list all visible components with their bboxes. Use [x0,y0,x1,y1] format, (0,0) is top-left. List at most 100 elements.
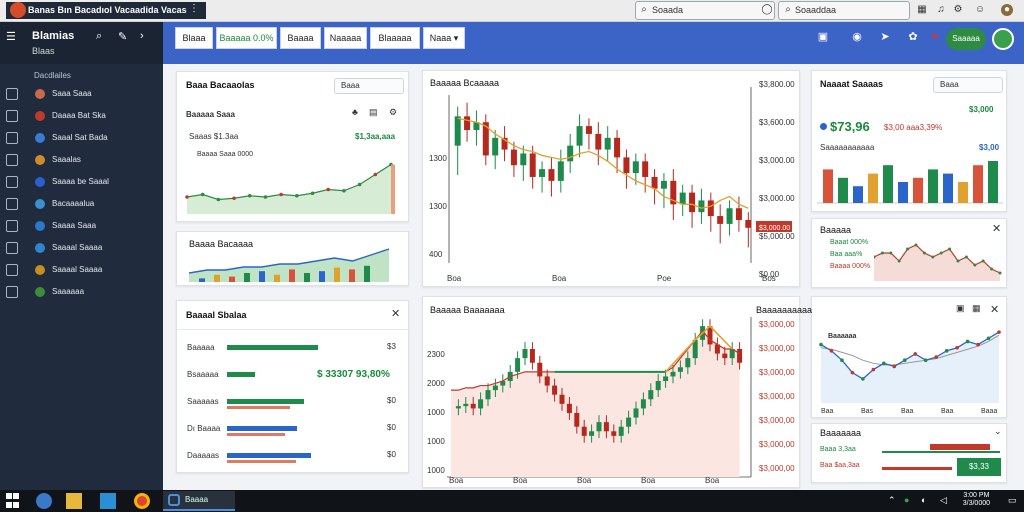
sidebar-item[interactable]: Saaaal Saaaa [0,239,163,259]
y-tick-label: 2000 [427,379,445,388]
sidebar-item-label: Bacaaaalua [52,199,95,208]
search-icon[interactable]: ⌕ [96,30,102,43]
data-point [819,342,823,347]
tab[interactable]: Naaa ▾ [423,27,465,49]
progress-bar [227,426,297,431]
alert-icon[interactable]: ● [925,30,945,42]
status-dot-icon [35,243,45,253]
candle-body [604,137,611,150]
action-button[interactable]: Saaaaa [946,28,986,50]
data-point [185,195,189,199]
tab[interactable]: Blaaaaa [370,27,420,49]
legend-item: Baaat 000% [830,239,869,246]
grid-icon[interactable]: ▦ [972,303,981,314]
chevron-down-icon[interactable]: ⌄ [994,426,1002,437]
row-label: Baaaaa [187,343,215,352]
close-icon[interactable]: ✕ [990,303,999,316]
bar [838,177,848,203]
calendar-icon[interactable]: ♣ [352,107,358,117]
notification-icon[interactable]: ▭ [1008,495,1017,506]
network-icon[interactable]: ● [904,495,909,505]
pin-icon[interactable]: ✎ [118,30,127,43]
sidebar-item[interactable]: Saaal Sat Bada [0,129,163,149]
sidebar-item[interactable]: Saaaa be Saaal [0,173,163,193]
globe-icon[interactable]: ◉ [847,30,867,43]
windows-start-icon[interactable] [6,493,22,509]
leaf-icon[interactable]: ✿ [903,30,923,43]
clear-icon[interactable]: ◯ [761,4,773,16]
kpi-label: Saaas $1.3aa [189,132,239,141]
settings-icon[interactable]: ⚙ [389,107,397,118]
avatar[interactable] [992,28,1014,50]
panel-status-list: Baaaal Sbalaa ✕ Baaaaa $3 Bsaaaaa $ 33307 9… [176,300,410,473]
range-dropdown[interactable]: Baaa [933,77,1003,93]
candle-body [640,399,646,409]
data-point [906,247,910,251]
bell-icon[interactable]: ♫ [935,4,947,16]
y-tick-label: 1000 [427,437,445,446]
tab[interactable]: Baaaaa 0.0% [216,27,277,49]
menu-icon[interactable]: ☰ [6,30,16,43]
status-dot-icon [35,265,45,275]
data-point [913,352,918,356]
bar [898,182,908,203]
sidebar-item[interactable]: Saaalas [0,151,163,171]
more-icon[interactable]: ⋮ [188,3,200,15]
progress-bar-secondary [227,406,290,409]
settings-icon[interactable]: ⚙ [952,4,964,16]
calendar-icon[interactable]: ▣ [813,30,833,43]
store-icon[interactable] [100,493,116,509]
speaker-icon[interactable]: ◁ [940,495,947,506]
data-point [861,377,865,381]
sidebar-item[interactable]: Saaaal Saaaa [0,261,163,281]
grid-icon[interactable]: ▤ [369,107,378,118]
compare-button[interactable]: $3,33 [957,458,1001,476]
sidebar-item[interactable]: Saaaaaa [0,283,163,303]
toolbar: Blaaa Baaaaa 0.0% Baaaa Naaaaa Blaaaaa Naaa ▾… [163,22,1024,64]
data-point [880,251,884,255]
candle-body [632,161,639,174]
close-icon[interactable]: ✕ [391,307,400,320]
candle-body [603,422,609,432]
candle-body [623,157,630,174]
chevron-up-icon[interactable]: ⌃ [888,495,896,506]
chevron-icon[interactable]: › [140,30,144,42]
y-tick-label: 400 [429,250,443,259]
range-dropdown[interactable]: Baaa [334,78,404,94]
bar [973,165,983,203]
close-icon[interactable]: ✕ [992,222,1001,235]
folder-icon[interactable] [66,493,82,509]
browser-icon[interactable] [36,493,52,509]
avatar[interactable]: ● [1001,4,1013,16]
search-input[interactable]: Soaada [635,1,775,20]
send-icon[interactable]: ➤ [875,30,895,43]
search-field-2[interactable]: Soaaddaa [778,1,910,20]
highlight-bar [391,164,395,214]
candle-body [492,137,499,156]
sidebar-item[interactable]: Saaaa Saaa [0,217,163,237]
active-app-button[interactable]: Baaaa [163,491,235,511]
tab[interactable]: Naaaaa [324,27,367,49]
volume-icon[interactable]: ◐ [921,495,926,505]
status-dot-icon [35,155,45,165]
y-tick-label: 1000 [427,408,445,417]
x-tick-label: Boa [513,476,528,485]
compare-row-2: Baa $aa,3aa [820,462,860,469]
grid-icon[interactable]: ▦ [916,4,928,16]
candle-body [464,116,471,131]
sidebar-item[interactable]: Saaa Saaa [0,85,163,105]
candle-body [642,161,649,177]
sidebar-item[interactable]: Bacaaaalua [0,195,163,215]
panel-title: Baaaal Sbalaa [186,310,247,320]
candle-body [737,349,743,363]
sidebar-item[interactable]: Daaaa Bat Ska [0,107,163,127]
tab[interactable]: Baaaa [280,27,321,49]
sidebar-header: ☰ Blamias Blaas ⌕ ✎ › [0,22,163,64]
candle-body [589,431,595,436]
user-icon[interactable]: ☺ [974,4,986,16]
expand-icon[interactable]: ▣ [956,303,965,314]
y-tick-label: 1300 [429,154,447,163]
chrome-icon[interactable] [134,493,150,509]
candle-body [544,376,550,386]
tab[interactable]: Blaaa [175,27,213,49]
